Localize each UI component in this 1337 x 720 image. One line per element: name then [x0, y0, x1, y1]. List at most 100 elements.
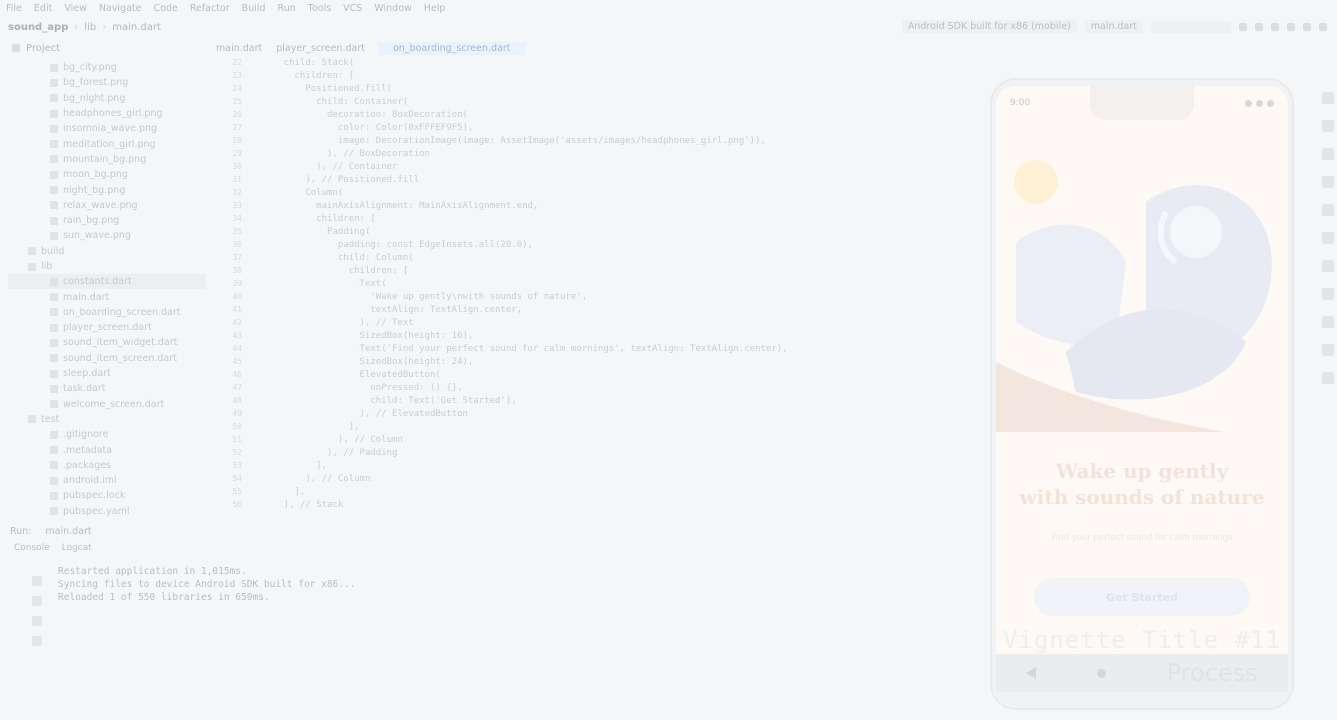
search-field[interactable] — [1151, 20, 1231, 33]
tree-item[interactable]: mountain_bg.png — [8, 152, 206, 167]
tree-item-label: pubspec.lock — [63, 490, 126, 502]
project-pane-title[interactable]: Project — [26, 43, 60, 54]
back-icon[interactable] — [1321, 288, 1334, 300]
tree-item[interactable]: bg_city.png — [8, 60, 206, 75]
tree-item[interactable]: main.dart — [8, 289, 206, 304]
menu-item[interactable]: Build — [242, 3, 266, 14]
code-line: ), // BoxDecoration — [262, 149, 430, 159]
tree-item[interactable]: bg_forest.png — [8, 75, 206, 90]
avd-manager-icon[interactable] — [1303, 22, 1311, 31]
editor-tab[interactable]: main.dart — [216, 43, 262, 54]
tree-item[interactable]: headphones_girl.png — [8, 106, 206, 121]
rotate-left-icon[interactable] — [1321, 176, 1334, 188]
tree-item[interactable]: moon_bg.png — [8, 167, 206, 182]
stop-icon[interactable] — [32, 596, 42, 606]
clear-icon[interactable] — [32, 636, 42, 646]
sdk-manager-icon[interactable] — [1287, 22, 1295, 31]
tree-item-label: bg_night.png — [63, 92, 126, 104]
editor-tab[interactable]: player_screen.dart — [276, 43, 365, 54]
tree-item[interactable]: android.iml — [8, 473, 206, 488]
tree-item[interactable]: .metadata — [8, 442, 206, 457]
menu-item[interactable]: Help — [424, 3, 446, 14]
tree-item[interactable]: insomnia_wave.png — [8, 121, 206, 136]
rotate-right-icon[interactable] — [1321, 204, 1334, 216]
menu-item[interactable]: Edit — [34, 3, 52, 14]
tree-item[interactable]: player_screen.dart — [8, 320, 206, 335]
file-icon — [50, 384, 58, 393]
stop-icon[interactable] — [1271, 22, 1279, 31]
tree-item[interactable]: pubspec.lock — [8, 488, 206, 503]
tree-item[interactable]: sound_item_screen.dart — [8, 351, 206, 366]
volume-up-icon[interactable] — [1321, 120, 1334, 132]
rerun-icon[interactable] — [32, 576, 42, 586]
tree-item[interactable]: welcome_screen.dart — [8, 397, 206, 412]
tree-item[interactable]: build — [8, 244, 206, 259]
debug-icon[interactable] — [1255, 22, 1263, 31]
sun-shape — [1014, 160, 1058, 204]
tree-item[interactable]: .packages — [8, 458, 206, 473]
emulator-controls — [1318, 92, 1337, 462]
line-number: 30 — [232, 162, 242, 171]
run-icon[interactable] — [1239, 22, 1247, 31]
menu-item[interactable]: VCS — [343, 3, 362, 14]
volume-down-icon[interactable] — [1321, 148, 1334, 160]
tree-item[interactable]: test — [8, 412, 206, 427]
back-icon[interactable] — [1026, 667, 1037, 679]
menu-item[interactable]: Tools — [308, 3, 331, 14]
settings-icon[interactable] — [1319, 22, 1327, 31]
breadcrumb-module[interactable]: lib — [84, 22, 96, 33]
tree-item[interactable]: task.dart — [8, 381, 206, 396]
tree-item[interactable]: on_boarding_screen.dart — [8, 305, 206, 320]
signal-icon — [1245, 99, 1252, 107]
run-config-selector[interactable]: main.dart — [1084, 20, 1143, 33]
vignette-title: Vignette Title #11 — [1002, 626, 1282, 654]
tree-item[interactable]: night_bg.png — [8, 182, 206, 197]
overview-icon[interactable] — [1321, 344, 1334, 356]
hot-reload-icon[interactable] — [32, 616, 42, 626]
code-editor[interactable]: 22 23 24 25 26 27 28 29 30 31 32 33 34 35 36 37 38 39 40 41… — [210, 58, 980, 518]
menu-item[interactable]: Code — [153, 3, 177, 14]
file-icon — [50, 78, 58, 87]
editor-tab[interactable]: on_boarding_screen.dart — [378, 41, 525, 55]
power-icon[interactable] — [1321, 92, 1334, 104]
tab-console[interactable]: Console — [14, 543, 50, 553]
tree-item[interactable]: .gitignore — [8, 427, 206, 442]
tree-item[interactable]: sleep.dart — [8, 366, 206, 381]
home-icon[interactable] — [1321, 316, 1334, 328]
menu-item[interactable]: View — [64, 3, 87, 14]
tree-item-label: bg_city.png — [63, 62, 117, 74]
zoom-icon[interactable] — [1321, 260, 1334, 272]
tree-item[interactable]: sun_wave.png — [8, 228, 206, 243]
menu-item[interactable]: Refactor — [190, 3, 230, 14]
file-icon — [50, 323, 58, 332]
get-started-button[interactable]: Get Started — [1034, 578, 1250, 616]
battery-icon — [1267, 99, 1274, 107]
more-icon[interactable] — [1321, 372, 1334, 384]
menu-item[interactable]: Window — [374, 3, 411, 14]
folder-icon — [12, 44, 20, 52]
menu-item[interactable]: File — [6, 3, 22, 14]
code-line: Text('Find your perfect sound for calm m… — [262, 344, 788, 354]
code-line: ElevatedButton( — [262, 370, 441, 380]
tab-logcat[interactable]: Logcat — [62, 543, 92, 553]
tree-item[interactable]: constants.dart — [8, 274, 206, 290]
process-label: Process — [1166, 659, 1258, 687]
device-selector[interactable]: Android SDK built for x86 (mobile) — [901, 20, 1077, 33]
home-icon[interactable] — [1096, 668, 1106, 678]
tree-item[interactable]: sound_item_widget.dart — [8, 335, 206, 350]
tree-item[interactable]: lib — [8, 259, 206, 274]
menu-item[interactable]: Navigate — [99, 3, 142, 14]
project-name[interactable]: sound_app — [8, 22, 68, 33]
tree-item[interactable]: bg_night.png — [8, 91, 206, 106]
breadcrumb-file[interactable]: main.dart — [112, 22, 161, 33]
tree-item[interactable]: meditation_girl.png — [8, 136, 206, 151]
camera-icon[interactable] — [1321, 232, 1334, 244]
menu-item[interactable]: Run — [278, 3, 296, 14]
tree-item[interactable]: pubspec.yaml — [8, 504, 206, 519]
phone-screen[interactable]: 9:00 Wake up gently with sounds of natur… — [996, 86, 1288, 654]
tree-item[interactable]: rain_bg.png — [8, 213, 206, 228]
tree-item[interactable]: relax_wave.png — [8, 198, 206, 213]
line-number: 55 — [232, 487, 242, 496]
tree-item-label: welcome_screen.dart — [63, 398, 165, 410]
run-config-tab[interactable]: main.dart — [45, 526, 91, 537]
